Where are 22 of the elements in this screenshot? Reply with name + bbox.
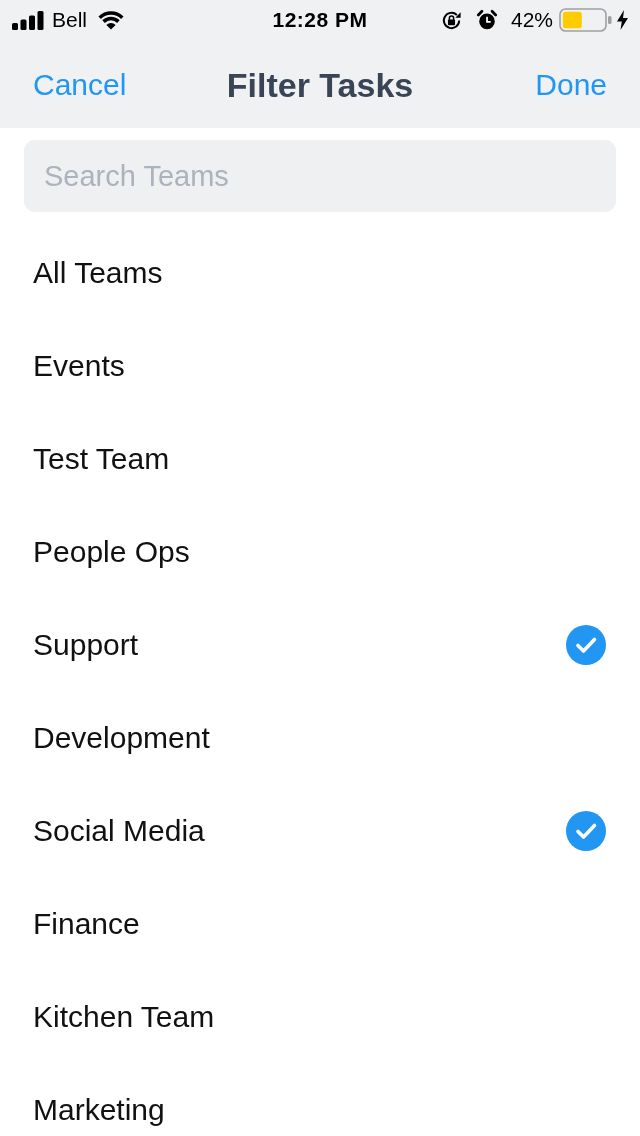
battery-icon <box>559 8 612 32</box>
team-item[interactable]: All Teams <box>0 226 640 319</box>
team-item[interactable]: Development <box>0 691 640 784</box>
wifi-icon <box>97 10 126 30</box>
carrier-name: Bell <box>52 8 88 32</box>
signal-icon <box>12 10 44 30</box>
team-item[interactable]: Kitchen Team <box>0 970 640 1063</box>
team-item[interactable]: Social Media <box>0 784 640 877</box>
team-item[interactable]: Events <box>0 319 640 412</box>
charging-bolt-icon <box>617 10 628 30</box>
team-item[interactable]: Marketing <box>0 1063 640 1136</box>
team-item[interactable]: Finance <box>0 877 640 970</box>
clock-time: 12:28 PM <box>272 8 368 31</box>
screen-title: Filter Tasks <box>226 65 414 105</box>
battery-percentage: 42% <box>510 8 553 32</box>
check-icon <box>566 624 606 665</box>
team-item[interactable]: Support <box>0 598 640 691</box>
team-item[interactable]: Test Team <box>0 412 640 505</box>
alarm-clock-icon <box>475 9 498 31</box>
search-field[interactable]: Search Teams <box>24 140 616 212</box>
team-item[interactable]: People Ops <box>0 505 640 598</box>
check-icon <box>566 810 606 851</box>
